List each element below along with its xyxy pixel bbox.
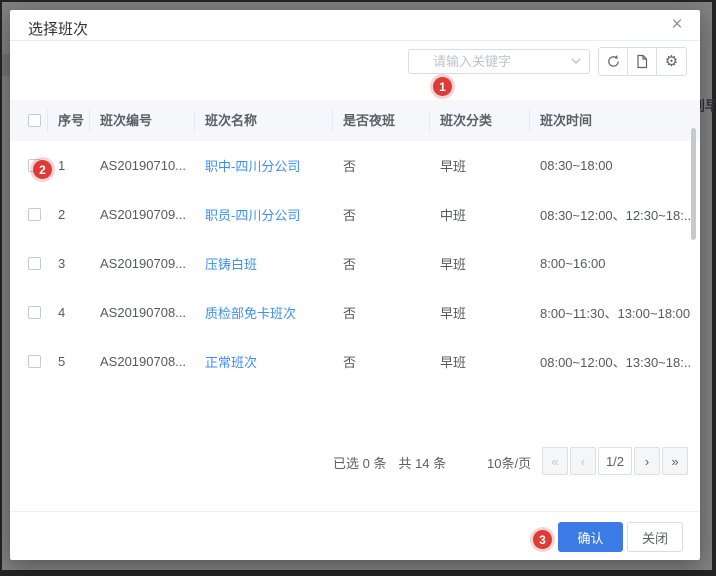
cell-night: 否	[333, 254, 430, 273]
column-time: 班次时间	[530, 109, 690, 132]
search-box	[408, 49, 590, 74]
row-checkbox[interactable]	[28, 208, 41, 221]
gear-icon: ⚙	[665, 54, 678, 69]
select-shift-dialog: 选择班次 ×	[10, 10, 700, 560]
column-night: 是否夜班	[333, 109, 430, 132]
search-input[interactable]	[408, 49, 590, 74]
close-button[interactable]: 关闭	[627, 522, 683, 552]
table-body: 1 AS20190710... 职中-四川分公司 否 早班 08:30~18:0…	[10, 141, 700, 386]
refresh-icon	[606, 54, 621, 69]
toolbar-icon-group: ⚙	[598, 47, 687, 76]
cell-code: AS20190709...	[90, 256, 195, 271]
cell-no: 3	[48, 256, 90, 271]
cell-no: 1	[48, 158, 90, 173]
first-page-button[interactable]: «	[542, 447, 568, 475]
cell-night: 否	[333, 205, 430, 224]
table-row: 5 AS20190708... 正常班次 否 早班 08:00~12:00、13…	[20, 337, 690, 386]
cell-code: AS20190708...	[90, 354, 195, 369]
table-row: 3 AS20190709... 压铸白班 否 早班 8:00~16:00	[20, 239, 690, 288]
shift-name-link[interactable]: 压铸白班	[195, 254, 333, 273]
shift-name-link[interactable]: 职中-四川分公司	[195, 156, 333, 175]
row-checkbox[interactable]	[28, 306, 41, 319]
cell-night: 否	[333, 156, 430, 175]
shift-name-link[interactable]: 正常班次	[195, 352, 333, 371]
annotation-badge-2: 2	[33, 160, 52, 179]
cell-category: 早班	[430, 352, 530, 371]
settings-button[interactable]: ⚙	[657, 48, 686, 75]
annotation-badge-1: 1	[433, 77, 452, 96]
cell-category: 中班	[430, 205, 530, 224]
cell-time: 08:30~12:00、12:30~18:...	[530, 205, 690, 224]
cell-time: 8:00~11:30、13:00~18:00	[530, 303, 690, 322]
cell-time: 08:30~18:00	[530, 158, 690, 173]
cell-category: 早班	[430, 254, 530, 273]
cell-time: 8:00~16:00	[530, 256, 690, 271]
export-button[interactable]	[628, 48, 657, 75]
cell-night: 否	[333, 303, 430, 322]
next-page-button[interactable]: ›	[634, 447, 660, 475]
cell-no: 2	[48, 207, 90, 222]
shift-name-link[interactable]: 质检部免卡班次	[195, 303, 333, 322]
prev-page-button[interactable]: ‹	[570, 447, 596, 475]
close-icon[interactable]: ×	[666, 14, 688, 36]
last-page-button[interactable]: »	[662, 447, 688, 475]
table-header: 序号 班次编号 班次名称 是否夜班 班次分类 班次时间	[10, 100, 700, 141]
pagination-bar: 已选 0 条共 14 条 10条/页 « ‹ 1/2 › »	[10, 447, 700, 475]
table-row: 4 AS20190708... 质检部免卡班次 否 早班 8:00~11:30、…	[20, 288, 690, 337]
selected-count: 已选 0 条	[333, 456, 386, 471]
cell-category: 早班	[430, 156, 530, 175]
table-scrollbar[interactable]	[691, 128, 696, 240]
column-name: 班次名称	[195, 109, 333, 132]
cell-night: 否	[333, 352, 430, 371]
shift-name-link[interactable]: 职员-四川分公司	[195, 205, 333, 224]
table-row: 1 AS20190710... 职中-四川分公司 否 早班 08:30~18:0…	[20, 141, 690, 190]
confirm-button[interactable]: 确认	[558, 522, 623, 552]
select-all-cell	[20, 109, 48, 132]
select-all-checkbox[interactable]	[28, 114, 41, 127]
row-checkbox[interactable]	[28, 355, 41, 368]
page-size-select[interactable]: 10条/页	[487, 453, 531, 472]
cell-time: 08:00~12:00、13:30~18:...	[530, 352, 690, 371]
refresh-button[interactable]	[599, 48, 628, 75]
dialog-title: 选择班次	[28, 18, 88, 39]
selection-summary: 已选 0 条共 14 条	[333, 453, 446, 472]
chevron-down-icon[interactable]	[570, 56, 582, 66]
column-category: 班次分类	[430, 109, 530, 132]
cell-category: 早班	[430, 303, 530, 322]
cell-no: 4	[48, 305, 90, 320]
cell-code: AS20190708...	[90, 305, 195, 320]
total-count: 共 14 条	[398, 456, 446, 471]
dialog-header: 选择班次 ×	[10, 10, 700, 41]
column-code: 班次编号	[90, 109, 195, 132]
background-text-fragment: 到早	[699, 96, 714, 115]
cell-code: AS20190710...	[90, 158, 195, 173]
current-page-indicator: 1/2	[598, 447, 632, 475]
pager: « ‹ 1/2 › »	[542, 447, 688, 475]
row-checkbox[interactable]	[28, 257, 41, 270]
annotation-badge-3: 3	[533, 530, 552, 549]
screen: 到早 选择班次 ×	[0, 0, 716, 576]
column-no: 序号	[48, 109, 90, 132]
table-row: 2 AS20190709... 职员-四川分公司 否 中班 08:30~12:0…	[20, 190, 690, 239]
document-icon	[635, 54, 649, 69]
cell-no: 5	[48, 354, 90, 369]
footer-divider	[10, 511, 700, 512]
cell-code: AS20190709...	[90, 207, 195, 222]
